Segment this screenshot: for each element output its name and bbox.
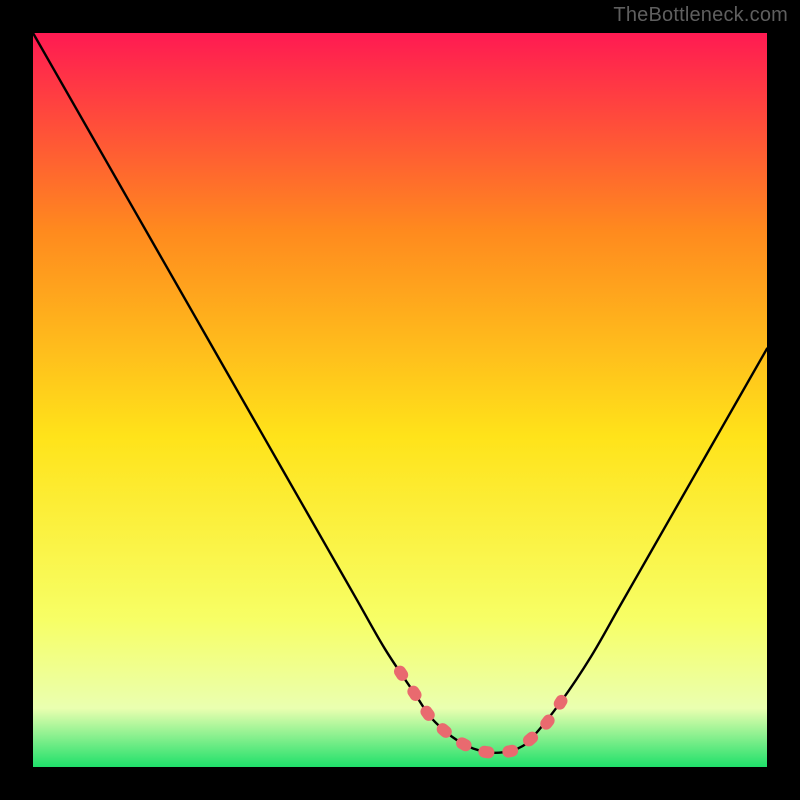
plot-gradient-area (33, 33, 767, 767)
watermark-text: TheBottleneck.com (613, 4, 788, 27)
chart-stage: TheBottleneck.com (0, 0, 800, 800)
chart-svg (0, 0, 800, 800)
